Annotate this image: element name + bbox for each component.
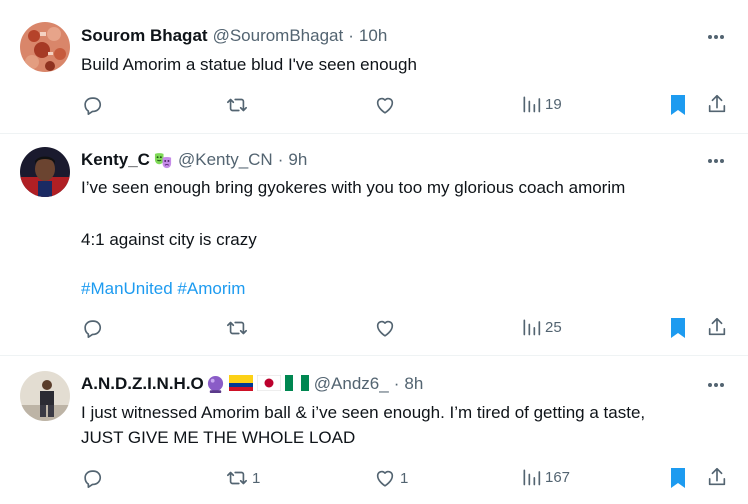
tweet-text: I’ve seen enough bring gyokeres with you… (81, 178, 626, 197)
separator: · (277, 150, 284, 169)
views-icon (523, 96, 541, 113)
tweet-header: Sourom Bhagat @SouromBhagat · 10h (81, 25, 387, 47)
like-icon (376, 320, 394, 337)
like-button[interactable]: 1 (374, 467, 408, 489)
tweet-text: Build Amorim a statue blud I've seen eno… (81, 55, 417, 74)
author-name[interactable]: A.N.D.Z.I.N.H.O (81, 374, 204, 394)
nigeria-flag-icon (284, 374, 309, 394)
tweet[interactable]: Kenty_C @Kenty_CN · 9h I’ve seen enough … (0, 134, 748, 354)
timestamp[interactable]: 9h (288, 150, 307, 170)
theater-masks-icon (154, 151, 173, 170)
reply-icon (84, 320, 102, 338)
author-name[interactable]: Kenty_C (81, 150, 150, 170)
views-icon (523, 469, 541, 486)
retweet-button[interactable] (226, 94, 248, 116)
author-name[interactable]: Sourom Bhagat (81, 26, 208, 46)
crystal-ball-icon (206, 375, 225, 394)
bookmark-button[interactable] (668, 317, 688, 339)
reply-icon (84, 470, 102, 488)
author-handle[interactable]: @Andz6_ (314, 374, 389, 394)
separator: · (393, 374, 400, 393)
share-icon (708, 467, 726, 486)
timestamp[interactable]: 8h (404, 374, 423, 394)
share-button[interactable] (706, 93, 728, 115)
tweet-header: Kenty_C @Kenty_CN · 9h (81, 149, 307, 171)
tweet-text: I just witnessed Amorim ball & i’ve seen… (81, 403, 646, 422)
author-handle[interactable]: @SouromBhagat (213, 26, 344, 46)
views-button[interactable]: 167 (521, 467, 570, 487)
hashtags: #ManUnited #Amorim (81, 277, 731, 301)
retweet-icon (227, 471, 247, 485)
tweet-text: 4:1 against city is crazy (81, 230, 257, 249)
share-button[interactable] (706, 316, 728, 338)
tweet-text: JUST GIVE ME THE WHOLE LOAD (81, 428, 356, 447)
avatar[interactable] (20, 22, 70, 72)
like-button[interactable] (374, 317, 396, 339)
timestamp[interactable]: 10h (359, 26, 387, 46)
like-icon (376, 470, 394, 487)
bookmark-button[interactable] (668, 94, 688, 116)
reply-icon (84, 97, 102, 115)
tweet[interactable]: A.N.D.Z.I.N.H.O @Andz6_ · 8h I just witn… (0, 356, 748, 504)
share-icon (708, 94, 726, 113)
views-count: 167 (545, 468, 571, 486)
japan-flag-icon (256, 374, 282, 394)
like-count: 1 (400, 469, 409, 487)
reply-button[interactable] (81, 317, 103, 339)
views-count: 19 (545, 95, 562, 113)
hashtag-link[interactable]: #Amorim (177, 279, 245, 298)
bookmark-icon (671, 468, 685, 488)
views-count: 25 (545, 318, 562, 336)
retweet-button[interactable] (226, 317, 248, 339)
reply-button[interactable] (81, 467, 103, 489)
retweet-icon (227, 321, 247, 335)
views-button[interactable]: 25 (521, 317, 562, 337)
tweet-header: A.N.D.Z.I.N.H.O @Andz6_ · 8h (81, 373, 423, 395)
hashtag-link[interactable]: #ManUnited (81, 279, 173, 298)
colombia-flag-icon (228, 374, 253, 394)
views-button[interactable]: 19 (521, 94, 562, 114)
author-handle[interactable]: @Kenty_CN (178, 150, 273, 170)
like-icon (376, 97, 394, 114)
avatar[interactable] (20, 147, 70, 197)
reply-button[interactable] (81, 94, 103, 116)
share-icon (708, 317, 726, 336)
tweet[interactable]: Sourom Bhagat @SouromBhagat · 10h Build … (0, 0, 748, 133)
separator: · (348, 26, 354, 45)
views-icon (523, 319, 541, 336)
more-icon[interactable] (706, 27, 726, 47)
like-button[interactable] (374, 94, 396, 116)
bookmark-icon (671, 95, 685, 115)
retweet-icon (227, 98, 247, 112)
more-icon[interactable] (706, 151, 726, 171)
retweet-count: 1 (252, 469, 261, 487)
share-button[interactable] (706, 466, 728, 488)
bookmark-button[interactable] (668, 467, 688, 489)
more-icon[interactable] (706, 375, 726, 395)
bookmark-icon (671, 318, 685, 338)
retweet-button[interactable]: 1 (226, 467, 260, 489)
avatar[interactable] (20, 371, 70, 421)
